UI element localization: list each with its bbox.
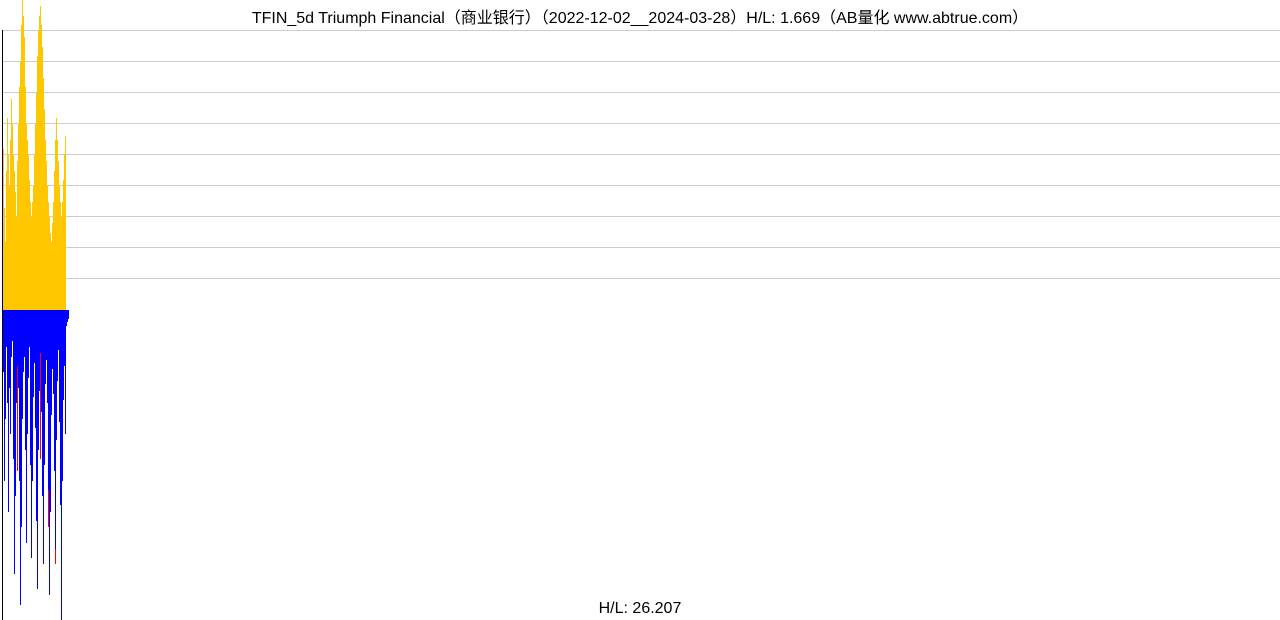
lower-bar-blue — [65, 310, 66, 434]
upper-bar-yellow — [65, 136, 66, 310]
chart-container: TFIN_5d Triumph Financial（商业银行）（2022-12-… — [0, 0, 1280, 620]
chart-subtitle: H/L: 26.207 — [0, 600, 1280, 618]
lower-bar-blue — [68, 310, 69, 319]
lower-panel — [3, 310, 1280, 620]
upper-panel — [3, 0, 1280, 310]
